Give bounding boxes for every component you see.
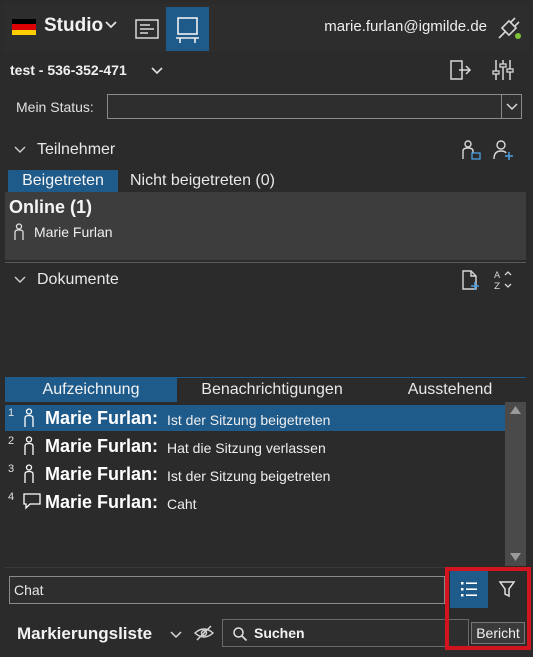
svg-text:A: A — [494, 271, 501, 281]
participant-name[interactable]: Marie Furlan — [34, 224, 113, 240]
marker-search-input[interactable]: Suchen — [222, 619, 469, 647]
log-entry-sender: Marie Furlan: — [45, 464, 159, 484]
tab-notifications[interactable]: Benachrichtigungen — [187, 378, 357, 402]
user-email[interactable]: marie.furlan@igmilde.de — [324, 18, 487, 35]
tab-recording[interactable]: Aufzeichnung — [5, 378, 177, 402]
tab-joined[interactable]: Beigetreten — [8, 170, 118, 192]
section-divider — [5, 262, 526, 263]
marker-list-title[interactable]: Markierungsliste — [17, 624, 152, 644]
sliders-settings-icon[interactable] — [491, 58, 515, 82]
chat-bubble-icon — [23, 493, 41, 510]
svg-text:Z: Z — [494, 282, 500, 291]
log-entry[interactable]: 3 Marie Furlan: Ist der Sitzung beigetre… — [5, 461, 505, 487]
search-placeholder: Suchen — [254, 625, 305, 641]
person-icon — [24, 408, 34, 427]
chat-input[interactable] — [9, 576, 445, 604]
invite-person-icon[interactable] — [460, 139, 482, 161]
log-entry-message: Hat die Sitzung verlassen — [167, 440, 326, 456]
log-entry[interactable]: 4 Marie Furlan: Caht — [5, 489, 505, 515]
participants-section-title[interactable]: Teilnehmer — [37, 141, 115, 159]
log-list: 1 Marie Furlan: Ist der Sitzung beigetre… — [5, 403, 505, 565]
log-entry-number: 1 — [8, 407, 15, 419]
sort-az-icon[interactable]: A Z — [492, 269, 516, 291]
presenter-layout-icon — [176, 17, 199, 43]
scroll-down-icon[interactable] — [510, 553, 521, 561]
chevron-down-icon[interactable] — [170, 630, 182, 639]
german-flag-icon[interactable] — [12, 19, 36, 35]
connection-plug-icon[interactable] — [495, 14, 523, 42]
log-entry-number: 3 — [8, 463, 15, 475]
log-entry[interactable]: 2 Marie Furlan: Hat die Sitzung verlasse… — [5, 433, 505, 459]
exit-door-icon[interactable] — [448, 58, 472, 82]
person-icon — [14, 223, 24, 240]
person-icon — [24, 464, 34, 483]
log-entry-message: Ist der Sitzung beigetreten — [167, 468, 331, 484]
chevron-down-icon[interactable] — [14, 145, 26, 155]
chevron-down-icon — [506, 103, 518, 111]
layout-list-button[interactable] — [130, 12, 164, 46]
log-entry-number: 4 — [8, 491, 15, 503]
tab-pending[interactable]: Ausstehend — [375, 378, 525, 402]
scroll-up-icon[interactable] — [510, 406, 521, 414]
chevron-down-icon[interactable] — [151, 66, 163, 75]
top-bar: Studio marie.furlan@igmilde.de — [4, 4, 529, 52]
layout-list-icon — [135, 19, 159, 39]
studio-label[interactable]: Studio — [44, 15, 103, 37]
documents-section-title[interactable]: Dokumente — [37, 271, 119, 289]
tab-not-joined[interactable]: Nicht beigetreten (0) — [130, 170, 275, 192]
add-document-icon[interactable] — [459, 269, 481, 291]
log-entry-message: Ist der Sitzung beigetreten — [167, 412, 331, 428]
log-scrollbar[interactable] — [505, 402, 526, 566]
log-tabs: Aufzeichnung Benachrichtigungen Ausstehe… — [5, 377, 526, 402]
search-icon — [233, 627, 248, 642]
log-entry-message: Caht — [167, 496, 197, 512]
status-select[interactable] — [107, 94, 522, 119]
log-bottom-divider — [5, 567, 445, 568]
session-title[interactable]: test - 536-352-471 — [10, 62, 127, 78]
log-entry[interactable]: 1 Marie Furlan: Ist der Sitzung beigetre… — [5, 405, 505, 431]
add-user-icon[interactable] — [492, 139, 514, 161]
highlight-annotation-box — [445, 567, 531, 650]
log-entry-sender: Marie Furlan: — [45, 408, 159, 428]
person-icon — [24, 436, 34, 455]
online-group-label: Online (1) — [9, 197, 93, 217]
layout-presenter-button[interactable] — [166, 7, 209, 51]
log-entry-sender: Marie Furlan: — [45, 492, 159, 512]
status-label: Mein Status: — [16, 99, 94, 115]
chevron-down-icon[interactable] — [104, 20, 118, 30]
status-dropdown-button[interactable] — [501, 95, 521, 118]
chevron-down-icon[interactable] — [14, 275, 26, 285]
flag-stripe-gold — [12, 29, 36, 35]
eye-hidden-icon[interactable] — [193, 624, 215, 642]
log-entry-number: 2 — [8, 435, 15, 447]
log-entry-sender: Marie Furlan: — [45, 436, 159, 456]
